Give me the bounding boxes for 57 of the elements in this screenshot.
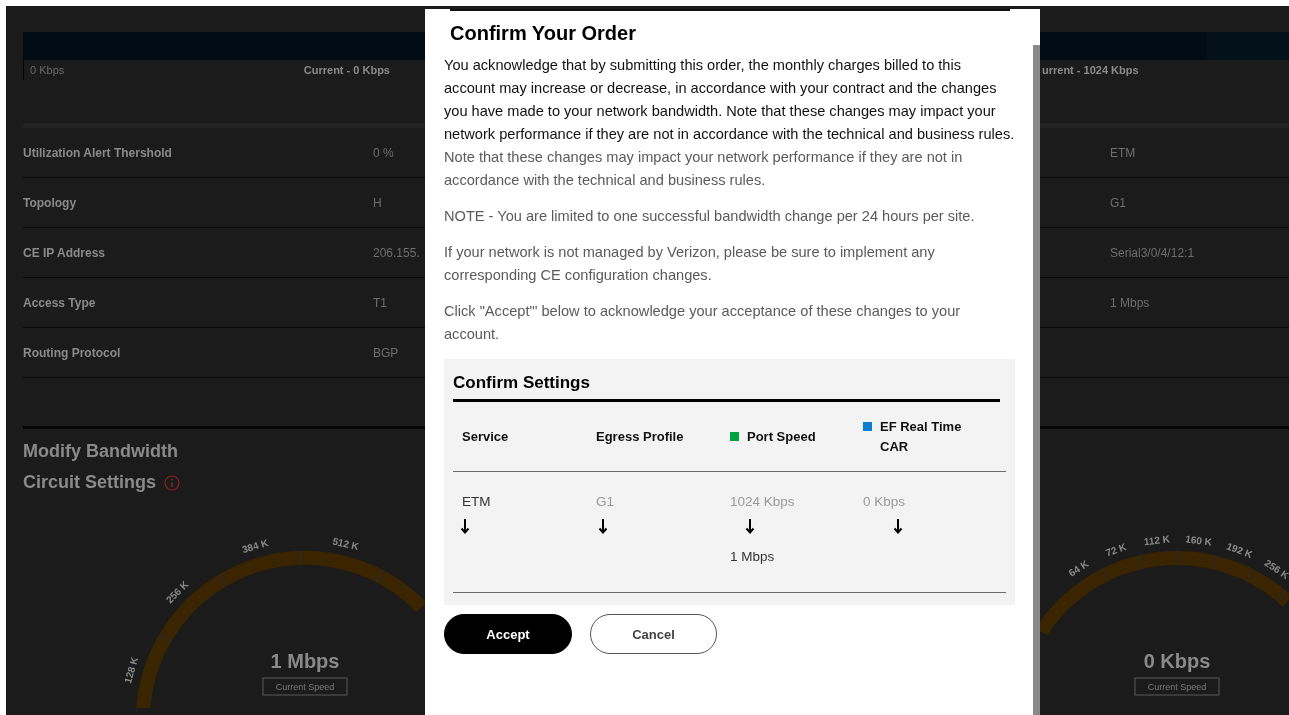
dialog-paragraph: Note that these changes may impact your network performance if they are not in accordance with the technical and business rules. [444, 148, 964, 190]
column-header: Service [462, 427, 509, 446]
dialog-paragraph: You acknowledge that by submitting this order, the monthly charges billed to this account may increase or decrease, in accordance with your contract and the changes you have made to your network bandwidth. Note that these changes may impact your network performance if they are not in accordance with the technical and business rules. [444, 56, 1016, 144]
detail-value: T1 [373, 295, 388, 310]
dialog-paragraph: NOTE - You are limited to one successful bandwidth change per 24 hours per site. [444, 207, 976, 226]
gauge-tick-label: 160 K [1184, 533, 1213, 548]
current-speed-reading: 0 Kbps [1143, 650, 1211, 672]
settings-title: Confirm Settings [453, 373, 591, 393]
gauge-tick-label: 128 K [122, 655, 141, 685]
scrollbar[interactable] [1033, 45, 1040, 715]
column-header: EF Real Time CAR [880, 417, 963, 456]
arrow-down-icon [598, 518, 608, 534]
dialog-paragraph: Click "Accept"' below to acknowledge your acceptance of these changes to your account. [444, 302, 962, 344]
arrow-down-icon [460, 518, 470, 534]
detail-value: 206.155. [373, 245, 421, 260]
gauge-tick-label: 72 K [1104, 541, 1128, 559]
detail-value: ETM [1109, 145, 1137, 160]
detail-label: Utilization Alert Thershold [23, 145, 173, 160]
current-value: G1 [596, 494, 614, 509]
current-speed-reading: 1 Mbps [270, 650, 340, 672]
arrow-down-icon [745, 518, 755, 534]
new-value: 1 Mbps [730, 549, 775, 564]
gauge-tick-label: 192 K [1225, 540, 1254, 561]
current-value: 1024 Kbps [730, 494, 795, 509]
detail-value: 0 % [373, 145, 395, 160]
section-title: Modify Bandwidth [23, 441, 178, 462]
detail-value: G1 [1109, 195, 1127, 210]
accept-button[interactable]: Accept [444, 614, 572, 654]
gauge-tick-label: 112 K [1143, 533, 1171, 548]
detail-value: 1 Mbps [1109, 295, 1151, 310]
dialog-paragraph: If your network is not managed by Verizon, please be sure to implement any corresponding CE configuration changes. [444, 243, 936, 285]
detail-label: Access Type [23, 295, 97, 310]
current-speed-tag: Current Speed [262, 677, 348, 696]
column-header: Port Speed [747, 427, 816, 446]
gauge-tick-label: 512 K [331, 535, 360, 553]
current-speed-tag: Current Speed [1134, 677, 1220, 696]
info-icon[interactable] [164, 474, 180, 491]
section-subtitle: Circuit Settings [23, 472, 156, 493]
gauge-tick-label: 256 K [163, 578, 191, 606]
detail-label: Routing Protocol [23, 345, 122, 360]
column-header: Egress Profile [596, 427, 684, 446]
gauge-tick-label: 256 K [1262, 557, 1289, 582]
current-value: 0 Kbps [863, 494, 906, 509]
detail-value: BGP [373, 345, 400, 360]
min-label: 0 Kbps [30, 64, 65, 76]
gauge-tick-label: 64 K [1066, 557, 1091, 579]
current-label: Current - 0 Kbps [303, 64, 390, 76]
detail-label: CE IP Address [23, 245, 107, 260]
detail-label: Topology [23, 195, 78, 210]
gauge-tick-label: 384 K [240, 537, 270, 556]
current-value: ETM [462, 494, 491, 509]
current-label: urrent - 1024 Kbps [1041, 64, 1140, 76]
detail-value: H [373, 195, 383, 210]
cancel-button[interactable]: Cancel [590, 614, 717, 654]
arrow-down-icon [893, 518, 903, 534]
dialog-title: Confirm Your Order [450, 22, 637, 45]
detail-value: Serial3/0/4/12:1 [1109, 245, 1196, 260]
